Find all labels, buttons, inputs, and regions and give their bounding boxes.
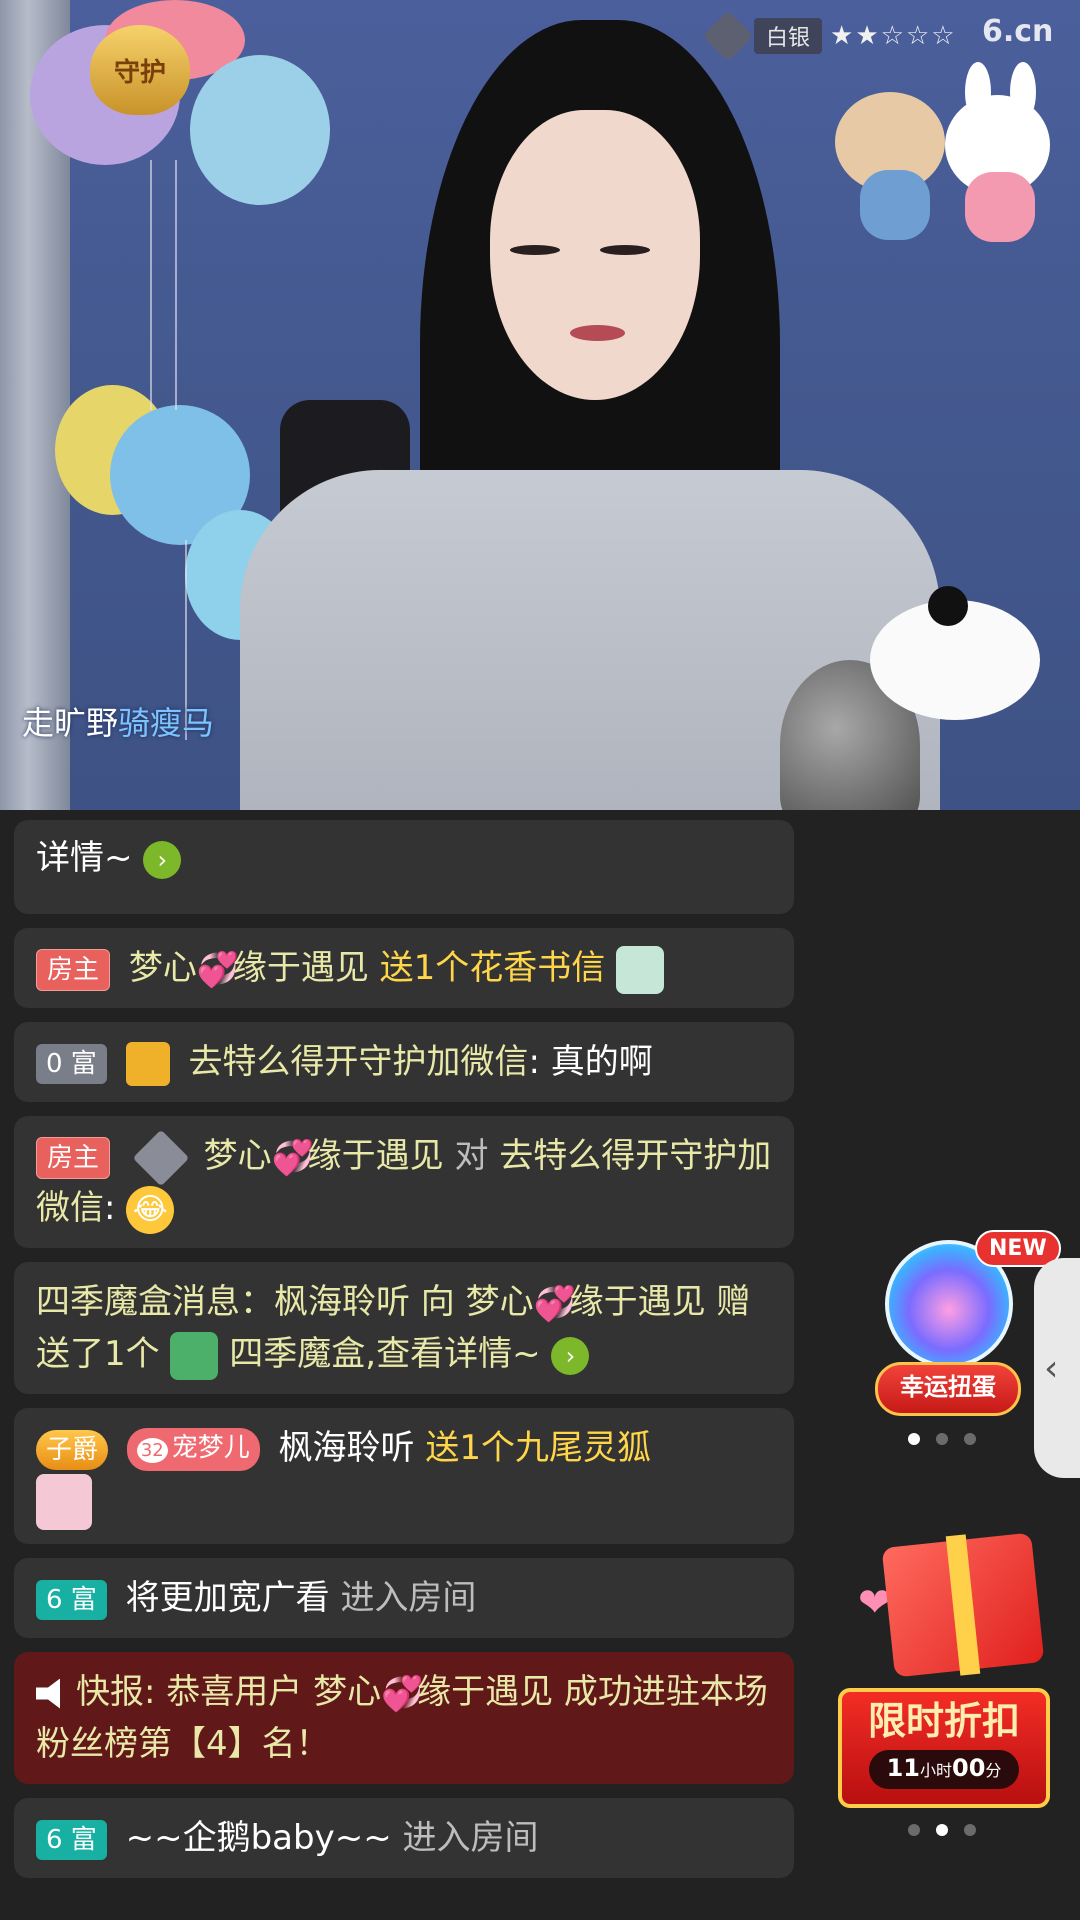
hours-unit: 小时 (919, 1761, 952, 1780)
pet-tag: 32 宠梦儿 (126, 1428, 260, 1471)
gift-action: 送1个九尾灵狐 (425, 1428, 652, 1468)
rich-level-tag: 6 富 (36, 1579, 107, 1620)
chat-message: 四季魔盒消息：枫海聆听 向 梦心💞缘于遇见 赠送了1个 四季魔盒,查看详情~ › (14, 1262, 794, 1394)
live-video[interactable]: 守护 白银 ★★☆☆☆ 6.cn 走旷野骑瘦马 (0, 0, 1080, 810)
reply-word: 对 (454, 1136, 489, 1176)
carousel-dot[interactable] (908, 1433, 920, 1445)
alert-text-a: 恭喜用户 梦心 (166, 1672, 382, 1712)
noble-tag: 子爵 (36, 1429, 109, 1470)
guard-badge[interactable]: 守护 (90, 25, 190, 115)
username[interactable]: ~~企鹅baby~~ (126, 1818, 392, 1858)
promo-title: 限时折扣 (867, 1699, 1020, 1743)
streamer-name-b: 骑瘦马 (118, 704, 215, 742)
chat-message: 6 富 将更加宽广看 进入房间 (14, 1558, 794, 1638)
anchor-rank[interactable]: 白银 ★★☆☆☆ (702, 10, 957, 62)
alert-prefix: 快报: (76, 1672, 156, 1712)
host-tag: 房主 (36, 1136, 111, 1179)
message-text: 详情~ (36, 838, 133, 878)
heart-icon: 💞 (271, 1137, 314, 1178)
bear-sticker-body (860, 170, 930, 240)
carousel-dot[interactable] (908, 1824, 920, 1836)
minutes-unit: 分 (985, 1761, 1002, 1780)
pet-name: 宠梦儿 (171, 1433, 250, 1463)
bunny-sticker-body (965, 172, 1035, 242)
username[interactable]: 梦心💞缘于遇见 (204, 1136, 444, 1176)
system-text-a: 四季魔盒消息：枫海聆听 向 梦心 (36, 1282, 534, 1322)
chat-list[interactable]: 详情~ › 房主 梦心💞缘于遇见 送1个花香书信 0 富 去特么得开守护加微信:… (14, 820, 794, 1892)
username-suffix: 缘于遇见 (307, 1136, 444, 1176)
streamer-name: 走旷野骑瘦马 (22, 698, 214, 744)
lips (570, 325, 625, 341)
panda-plush (870, 586, 1040, 720)
username[interactable]: 将更加宽广看 (126, 1578, 330, 1618)
pet-level: 32 (136, 1438, 168, 1463)
side-panel-toggle[interactable]: ‹ (1034, 1258, 1080, 1478)
gacha-label: 幸运扭蛋 (875, 1362, 1021, 1416)
rank-label: 白银 (754, 18, 823, 54)
enter-room-text: 进入房间 (340, 1578, 477, 1618)
enter-room-text: 进入房间 (402, 1818, 539, 1858)
carousel-dots (908, 1824, 976, 1836)
system-text-c: 四季魔盒,查看详情~ (229, 1334, 541, 1374)
host-tag: 房主 (36, 948, 111, 991)
rich-level-tag: 6 富 (36, 1819, 107, 1860)
promo-sign: 限时折扣 11小时00分 (838, 1688, 1050, 1808)
limited-discount-button[interactable]: ❤ 限时折扣 11小时00分 (838, 1532, 1052, 1810)
heart-icon: 💞 (196, 949, 240, 990)
balloon-string (175, 160, 177, 410)
lucky-gacha-button[interactable]: NEW 幸运扭蛋 (875, 1230, 1061, 1420)
username[interactable]: 梦心💞缘于遇见 (129, 948, 369, 988)
chat-message: 0 富 去特么得开守护加微信: 真的啊 (14, 1022, 794, 1102)
site-logo: 6.cn (982, 5, 1053, 51)
user-avatar-icon (125, 1041, 170, 1086)
chevron-left-icon: ‹ (1044, 1347, 1059, 1389)
username-text: 梦心 (203, 1136, 272, 1176)
magic-box-icon (170, 1331, 219, 1380)
streamer-face (490, 110, 700, 400)
letter-gift-icon (616, 945, 665, 994)
carousel-dot[interactable] (936, 1433, 948, 1445)
logo-suffix: .cn (1002, 14, 1054, 49)
logo-main: 6 (982, 14, 1003, 49)
rank-stars: ★★☆☆☆ (830, 21, 957, 51)
carousel-dot[interactable] (936, 1824, 948, 1836)
streamer-name-a: 走旷野 (22, 704, 119, 742)
arrow-right-icon[interactable]: › (143, 840, 182, 879)
message-text: 真的啊 (550, 1042, 653, 1082)
chat-message: 6 富 ~~企鹅baby~~ 进入房间 (14, 1798, 794, 1878)
rank-icon (132, 1129, 190, 1186)
separator: : (104, 1188, 116, 1228)
arrow-right-icon[interactable]: › (551, 1336, 590, 1375)
speaker-icon (36, 1678, 60, 1709)
eye (600, 245, 650, 255)
chat-message: 房主 梦心💞缘于遇见 送1个花香书信 (14, 928, 794, 1008)
heart-icon: 💞 (533, 1283, 576, 1324)
fox-gift-icon (36, 1474, 92, 1530)
balloon-string (150, 160, 152, 410)
gift-action: 送1个花香书信 (379, 948, 606, 988)
chat-message: 详情~ › (14, 820, 794, 914)
chat-message: 房主 梦心💞缘于遇见 对 去特么得开守护加微信: 😂 (14, 1116, 794, 1248)
carousel-dot[interactable] (964, 1824, 976, 1836)
heart-icon: 💞 (381, 1673, 424, 1714)
username[interactable]: 去特么得开守护加微信 (188, 1042, 528, 1082)
carousel-dots (908, 1433, 976, 1445)
rank-icon (702, 10, 754, 62)
chat-message: 子爵 32 宠梦儿 枫海聆听 送1个九尾灵狐 (14, 1408, 794, 1544)
laughing-emoji-icon: 😂 (126, 1185, 175, 1234)
username-text: 梦心 (128, 948, 197, 988)
carousel-dot[interactable] (964, 1433, 976, 1445)
countdown-minutes: 00 (952, 1754, 986, 1782)
balloon (190, 55, 330, 205)
eye (510, 245, 560, 255)
rich-level-tag: 0 富 (36, 1043, 107, 1084)
username[interactable]: 枫海聆听 (279, 1428, 415, 1468)
separator: : (528, 1042, 540, 1082)
username-suffix: 缘于遇见 (232, 948, 369, 988)
promo-countdown: 11小时00分 (869, 1750, 1019, 1789)
countdown-hours: 11 (886, 1754, 920, 1782)
chat-alert: 快报: 恭喜用户 梦心💞缘于遇见 成功进驻本场粉丝榜第【4】名！ (14, 1652, 794, 1784)
